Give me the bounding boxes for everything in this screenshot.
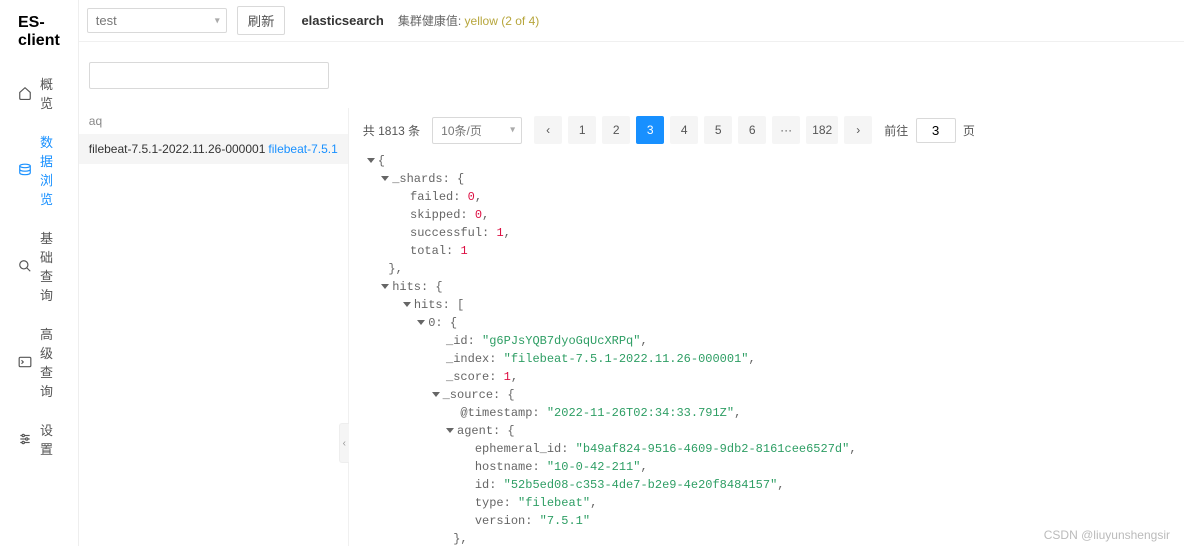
cluster-name: elasticsearch [301,13,383,28]
nav-label: 数据浏览 [40,132,60,208]
collapse-handle[interactable]: ‹ [339,423,349,463]
cluster-info: elasticsearch 集群健康值: yellow (2 of 4) [301,12,539,29]
main: test ▾ 刷新 elasticsearch 集群健康值: yellow (2… [79,0,1184,546]
app-title: ES-client [0,8,78,64]
connection-select[interactable]: test ▾ [87,8,227,33]
page-button[interactable]: 6 [738,116,766,144]
health-value: yellow (2 of 4) [465,14,540,28]
page-button[interactable]: 1 [568,116,596,144]
pane-title: aq [79,108,348,134]
refresh-button[interactable]: 刷新 [237,6,286,35]
terminal-icon [18,355,32,369]
nav-label: 概览 [40,74,60,112]
pager: ‹ 1 2 3 4 5 6 ··· 182 › [534,116,872,144]
chevron-down-icon: ▾ [510,125,515,136]
topbar: test ▾ 刷新 elasticsearch 集群健康值: yellow (2… [79,0,1184,42]
nav-settings[interactable]: 设置 [0,410,78,468]
nav-overview[interactable]: 概览 [0,64,78,122]
search-input[interactable] [89,62,329,89]
content: aq filebeat-7.5.1-2022.11.26-000001 file… [79,108,1184,546]
next-page-button[interactable]: › [844,116,872,144]
page-jump: 前往 页 [884,118,975,143]
nav: 概览 数据浏览 基础查询 高级查询 设置 [0,64,78,468]
subbar: json视图 ▾ [79,42,1184,108]
page-button[interactable]: 4 [670,116,698,144]
nav-label: 设置 [40,420,60,458]
connection-value: test [96,13,117,28]
page-size-select[interactable]: 10条/页 ▾ [432,117,522,144]
page-ellipsis[interactable]: ··· [772,116,800,144]
page-button[interactable]: 5 [704,116,732,144]
result-pane: ‹ 共 1813 条 10条/页 ▾ ‹ 1 2 3 4 5 6 [349,108,1184,546]
nav-label: 基础查询 [40,228,60,304]
nav-data-browse[interactable]: 数据浏览 [0,122,78,218]
pager-toolbar: 共 1813 条 10条/页 ▾ ‹ 1 2 3 4 5 6 ··· [349,108,1184,152]
search-icon [18,259,32,273]
home-icon [18,86,32,100]
cluster-health: 集群健康值: yellow (2 of 4) [398,12,539,29]
sidebar: ES-client 概览 数据浏览 基础查询 高级查询 设置 [0,0,79,546]
layers-icon [18,163,32,177]
page-jump-input[interactable] [916,118,956,143]
watermark: CSDN @liuyunshengsir [1044,528,1170,542]
page-button-last[interactable]: 182 [806,116,838,144]
prev-page-button[interactable]: ‹ [534,116,562,144]
page-button[interactable]: 2 [602,116,630,144]
index-row[interactable]: filebeat-7.5.1-2022.11.26-000001 filebea… [79,134,348,164]
nav-basic-query[interactable]: 基础查询 [0,218,78,314]
index-type: filebeat-7.5.1 [268,142,337,156]
nav-label: 高级查询 [40,324,60,400]
settings-icon [18,432,32,446]
json-viewer[interactable]: { _shards: { failed: 0, skipped: 0, succ… [349,152,1184,546]
index-name: filebeat-7.5.1-2022.11.26-000001 [89,142,266,156]
nav-advanced-query[interactable]: 高级查询 [0,314,78,410]
chevron-down-icon: ▾ [215,15,220,26]
page-button-current[interactable]: 3 [636,116,664,144]
total-count: 共 1813 条 [363,122,420,139]
index-list-pane: aq filebeat-7.5.1-2022.11.26-000001 file… [79,108,349,546]
